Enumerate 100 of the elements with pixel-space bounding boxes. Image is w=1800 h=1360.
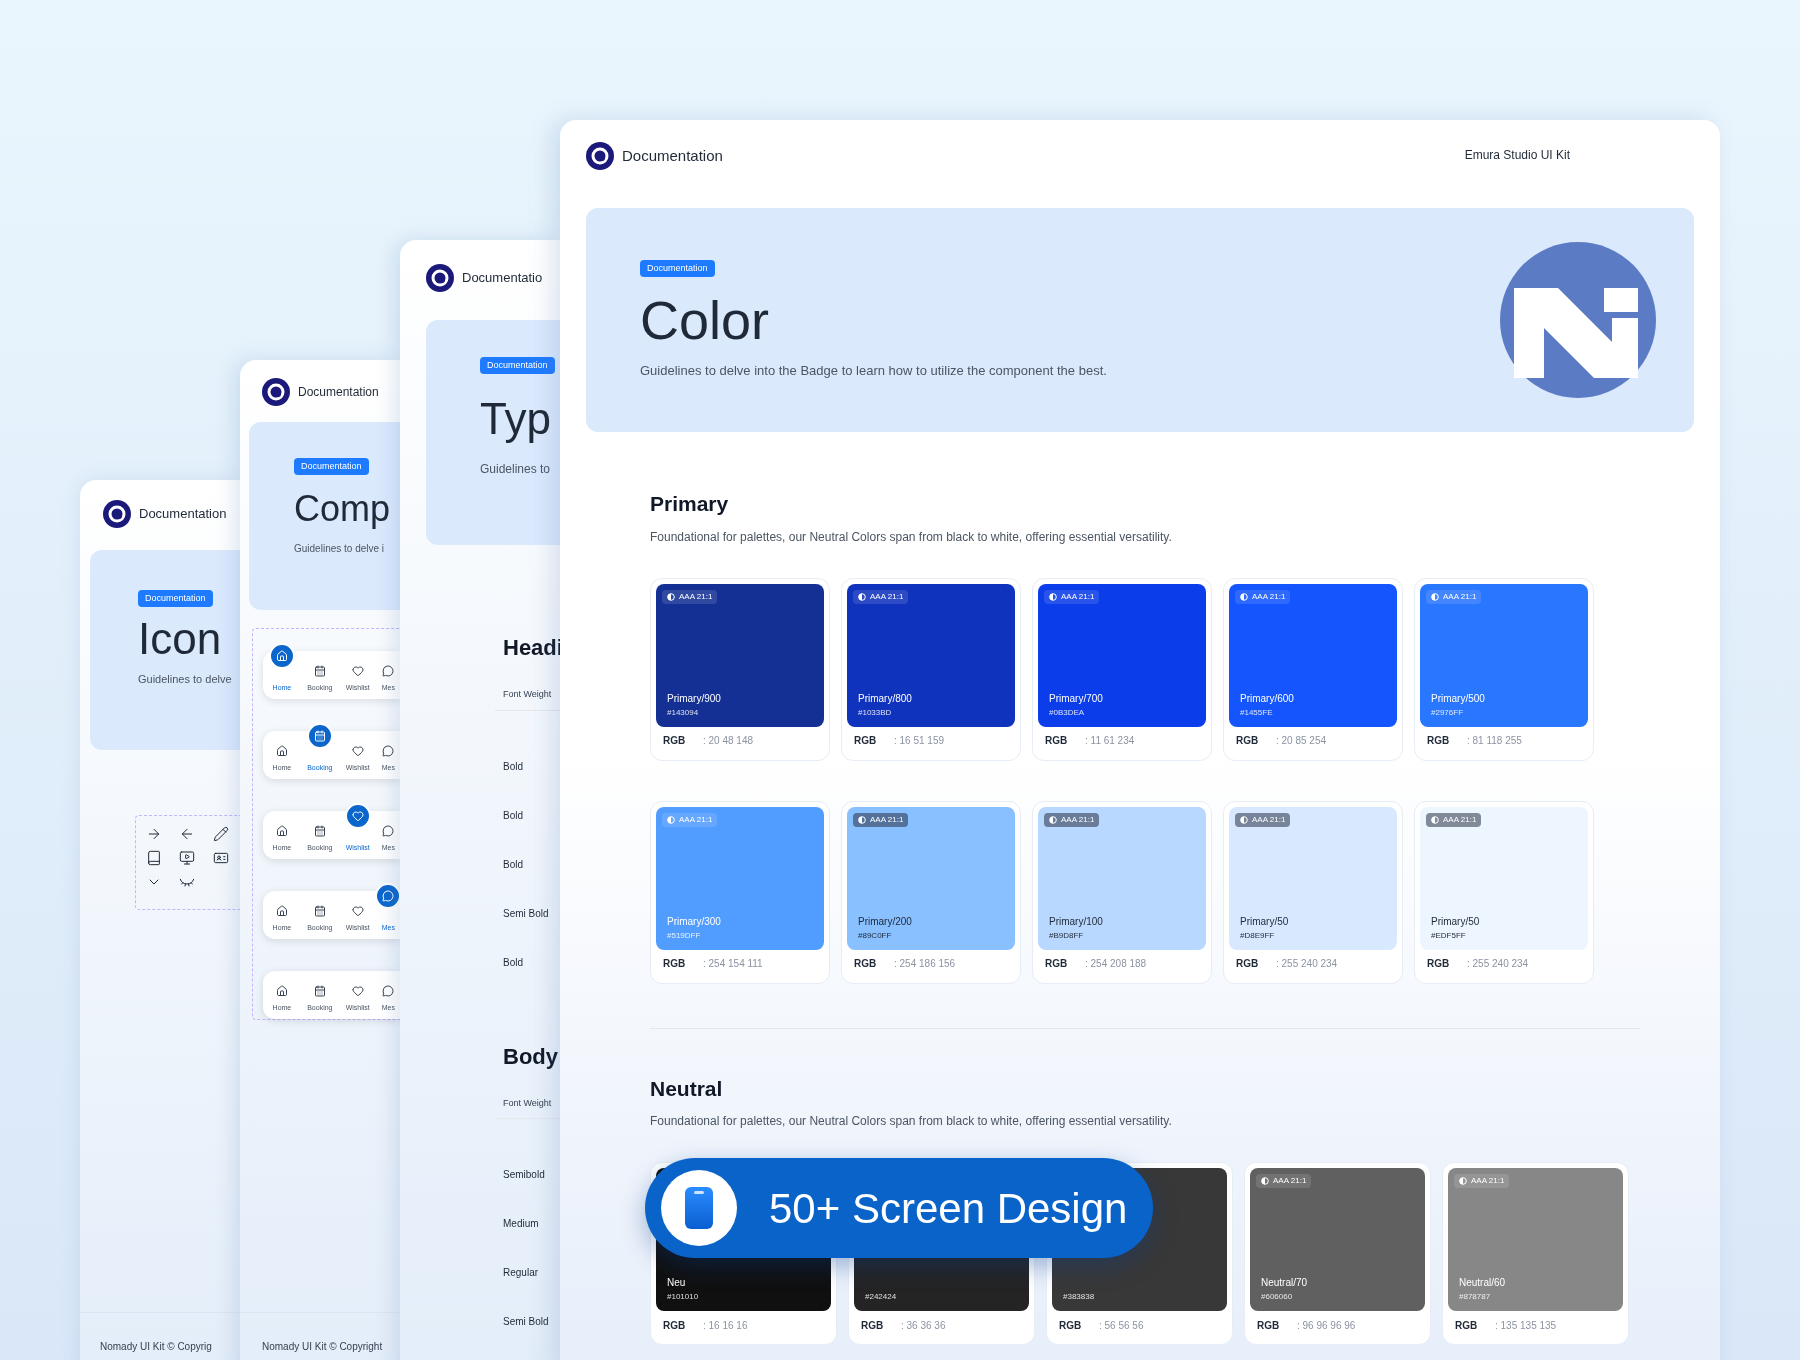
swatch-hex: #383838 bbox=[1063, 1291, 1096, 1303]
contrast-icon bbox=[667, 592, 675, 601]
contrast-badge: AAA 21:1 bbox=[1426, 589, 1482, 604]
brand-name: Documentation bbox=[139, 505, 227, 524]
page-title: Color bbox=[640, 292, 771, 347]
contrast-icon bbox=[1240, 815, 1248, 824]
contrast-icon bbox=[1261, 1177, 1269, 1185]
contrast-icon bbox=[1240, 592, 1248, 601]
page-title: Icon bbox=[138, 617, 223, 661]
swatch-hex: #1033BD bbox=[858, 706, 893, 719]
column-header: Font Weight bbox=[503, 688, 553, 701]
contrast-badge: AAA 21:1 bbox=[1454, 1174, 1510, 1188]
contrast-icon bbox=[1431, 815, 1439, 824]
section-heading: Body bbox=[503, 1042, 559, 1071]
brand-logo-icon bbox=[586, 142, 614, 170]
rgb-label: RGB bbox=[1045, 957, 1069, 971]
contrast-badge: AAA 21:1 bbox=[853, 589, 909, 604]
swatch-name: Primary/50 bbox=[1431, 914, 1481, 929]
rgb-label: RGB bbox=[1236, 734, 1260, 748]
swatch-name: Neutral/70 bbox=[1261, 1276, 1309, 1290]
rgb-label: RGB bbox=[854, 957, 878, 971]
page-subtitle: Guidelines to bbox=[480, 461, 552, 478]
swatch-hex: #143094 bbox=[667, 706, 700, 719]
rgb-value: : 36 36 36 bbox=[901, 1318, 946, 1333]
contrast-icon bbox=[1049, 592, 1057, 601]
swatch-name: Primary/100 bbox=[1049, 914, 1104, 929]
id-card-icon bbox=[212, 850, 229, 866]
book-icon bbox=[146, 850, 162, 866]
brand-name: Documentatio bbox=[462, 269, 543, 288]
documentation-tag: Documentation bbox=[640, 259, 715, 277]
swatch-hex: #0B3DEA bbox=[1049, 706, 1086, 719]
font-weight-cell-text: Bold bbox=[503, 955, 524, 970]
swatch-name: Primary/500 bbox=[1431, 691, 1486, 706]
swatch-hex: #2976FF bbox=[1431, 706, 1465, 719]
swatch-hex: #D8E9FF bbox=[1240, 929, 1276, 942]
rgb-label: RGB bbox=[1045, 734, 1069, 748]
swatch-hex: #EDF5FF bbox=[1431, 929, 1467, 942]
rgb-label: RGB bbox=[663, 734, 687, 748]
palette-heading: Primary bbox=[650, 491, 730, 517]
rgb-label: RGB bbox=[1455, 1318, 1479, 1333]
page-subtitle: Guidelines to delve into the Badge to learn how to utilize the component the best. bbox=[640, 361, 1107, 380]
swatch-hex: #878787 bbox=[1459, 1291, 1492, 1303]
rgb-value: : 254 186 156 bbox=[894, 957, 956, 971]
rgb-label: RGB bbox=[1059, 1318, 1083, 1333]
rgb-label: RGB bbox=[861, 1318, 885, 1333]
contrast-badge: AAA 21:1 bbox=[1256, 1174, 1312, 1188]
font-weight-cell-text: Semibold bbox=[503, 1168, 546, 1182]
brand-n-logo-icon bbox=[1500, 242, 1656, 398]
page-title: Comp bbox=[294, 487, 392, 531]
rgb-value: : 81 118 255 bbox=[1467, 734, 1522, 748]
contrast-badge: AAA 21:1 bbox=[1044, 812, 1100, 827]
rgb-value: : 254 208 188 bbox=[1085, 957, 1147, 971]
documentation-tag: Documentation bbox=[294, 458, 369, 475]
swatch-name: Neutral/60 bbox=[1459, 1276, 1507, 1290]
arrow-right-icon bbox=[146, 826, 162, 842]
rgb-value: : 11 61 234 bbox=[1085, 734, 1135, 748]
heart-icon bbox=[351, 809, 364, 822]
video-player-icon bbox=[179, 850, 196, 866]
rgb-value: : 20 48 148 bbox=[703, 734, 754, 748]
pencil-icon bbox=[212, 826, 229, 842]
footer-copyright: Nomady UI Kit © Copyright bbox=[262, 1340, 383, 1354]
swatch-name: Neu bbox=[667, 1276, 687, 1290]
swatch-hex: #B9D8FF bbox=[1049, 929, 1085, 942]
rgb-value: : 16 51 159 bbox=[894, 734, 945, 748]
chat-bubble-icon bbox=[382, 889, 395, 902]
swatch-hex: #606060 bbox=[1261, 1291, 1294, 1303]
house-icon bbox=[275, 649, 288, 662]
rgb-label: RGB bbox=[1427, 957, 1451, 971]
swatch-name: Primary/700 bbox=[1049, 691, 1104, 706]
contrast-badge: AAA 21:1 bbox=[1235, 812, 1291, 827]
font-weight-cell-text: Bold bbox=[503, 857, 524, 872]
rgb-value: : 56 56 56 bbox=[1099, 1318, 1144, 1333]
rgb-value: : 254 154 111 bbox=[703, 957, 763, 971]
contrast-icon bbox=[1049, 815, 1057, 824]
contrast-badge: AAA 21:1 bbox=[662, 589, 718, 604]
footer-copyright: Nomady UI Kit © Copyrig bbox=[100, 1340, 212, 1354]
swatch-hex: #101010 bbox=[667, 1291, 700, 1303]
page-subtitle: Guidelines to delve i bbox=[294, 542, 386, 556]
contrast-icon bbox=[1431, 592, 1439, 601]
contrast-icon bbox=[667, 815, 675, 824]
font-weight-cell-text: Medium bbox=[503, 1217, 540, 1231]
swatch-name: Primary/300 bbox=[667, 914, 722, 929]
brand-name: Documentation bbox=[298, 384, 379, 401]
contrast-icon bbox=[1459, 1177, 1467, 1185]
rgb-label: RGB bbox=[663, 1318, 687, 1333]
documentation-tag: Documentation bbox=[138, 590, 213, 607]
palette-heading: Neutral bbox=[650, 1075, 724, 1102]
calendar-icon bbox=[313, 729, 326, 742]
rgb-value: : 255 240 234 bbox=[1467, 957, 1529, 971]
font-weight-cell-text: Semi Bold bbox=[503, 906, 550, 921]
font-weight-cell-text: Bold bbox=[503, 759, 524, 774]
page-subtitle: Guidelines to delve bbox=[138, 672, 233, 687]
brand-logo-icon bbox=[103, 500, 131, 528]
swatch-hex: #89C0FF bbox=[858, 929, 893, 942]
brand-name: Documentation bbox=[622, 145, 723, 166]
documentation-tag: Documentation bbox=[480, 357, 555, 374]
swatch-name: Primary/200 bbox=[858, 914, 913, 929]
swatch-hex: #519DFF bbox=[667, 929, 702, 942]
palette-description: Foundational for palettes, our Neutral Colors span from black to white, offering essential versatility. bbox=[650, 528, 1173, 546]
contrast-icon bbox=[858, 815, 866, 824]
